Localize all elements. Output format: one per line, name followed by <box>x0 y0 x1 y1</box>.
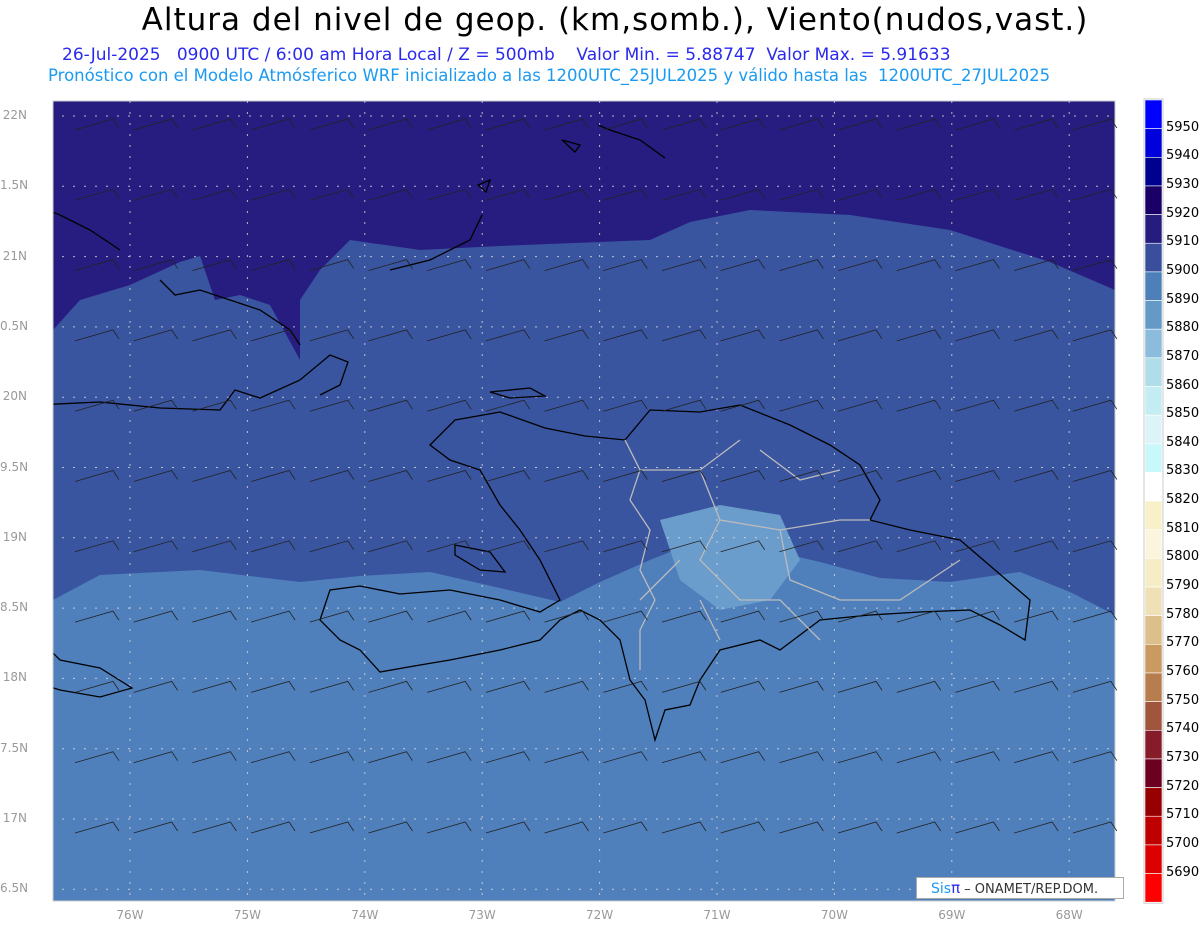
lat-label: 21N <box>2 248 27 263</box>
lat-label: 7.5N <box>0 740 29 755</box>
colorbar-swatch <box>1144 500 1163 531</box>
colorbar-label: 5780 <box>1166 606 1200 622</box>
colorbar-swatch <box>1144 844 1163 874</box>
lat-label: 9.5N <box>0 459 29 474</box>
colorbar-label: 5870 <box>1166 348 1200 364</box>
map-title: Altura del nivel de geop. (km,somb.), Vi… <box>141 2 1089 38</box>
lat-label: 0.5N <box>0 318 29 333</box>
lon-label: 72W <box>586 908 614 922</box>
lat-label: 6.5N <box>0 881 29 896</box>
lon-label: 74W <box>351 908 379 922</box>
colorbar-swatch <box>1144 787 1163 817</box>
lon-label: 69W <box>938 908 966 922</box>
colorbar-swatch <box>1144 758 1163 788</box>
colorbar-label: 5700 <box>1166 835 1200 851</box>
lon-label: 70W <box>820 908 848 922</box>
colorbar-label: 5900 <box>1166 262 1200 278</box>
lat-label: 17N <box>2 811 27 825</box>
lat-label: 20N <box>2 389 27 404</box>
logo-org: – ONAMET/REP.DOM. <box>964 882 1099 897</box>
colorbar-swatch <box>1144 472 1163 502</box>
colorbar-swatch <box>1144 328 1163 359</box>
colorbar-swatch <box>1144 529 1163 559</box>
colorbar-swatch <box>1144 157 1163 187</box>
colorbar-label: 5890 <box>1166 291 1200 307</box>
colorbar-swatch <box>1144 128 1163 158</box>
lat-label: 22N <box>2 108 27 122</box>
colorbar-label: 5880 <box>1166 320 1200 336</box>
colorbar-label: 5710 <box>1166 807 1200 823</box>
colorbar-swatch <box>1144 701 1163 731</box>
lon-label: 73W <box>468 908 496 922</box>
colorbar-label: 5750 <box>1166 692 1200 708</box>
onamet-logo: Sisπ – ONAMET/REP.DOM. <box>916 877 1124 899</box>
colorbar-swatch <box>1144 443 1163 473</box>
colorbar-label: 5720 <box>1166 778 1200 794</box>
colorbar-swatch <box>1144 586 1163 616</box>
model-info-subtitle: Pronóstico con el Modelo Atmósferico WRF… <box>48 66 1051 85</box>
colorbar-swatch <box>1144 644 1163 674</box>
colorbar-label: 5840 <box>1166 434 1200 450</box>
colorbar-swatch <box>1144 414 1163 445</box>
colorbar-swatch <box>1144 242 1163 273</box>
colorbar-label: 5930 <box>1166 176 1200 192</box>
colorbar-label: 5810 <box>1166 520 1200 536</box>
colorbar-swatch <box>1144 386 1163 416</box>
lon-label: 71W <box>703 908 731 922</box>
colorbar-label: 5770 <box>1166 635 1200 651</box>
colorbar-label: 5950 <box>1166 119 1200 135</box>
colorbar-label: 5830 <box>1166 463 1200 479</box>
colorbar-swatch <box>1144 615 1163 645</box>
colorbar-label: 5790 <box>1166 578 1200 594</box>
logo-sis: Sis <box>931 881 952 897</box>
colorbar-swatch <box>1144 873 1163 903</box>
colorbar-swatch <box>1144 558 1163 588</box>
colorbar-swatch <box>1144 99 1163 129</box>
lon-label: 76W <box>116 908 144 922</box>
lon-label: 68W <box>1055 908 1083 922</box>
colorbar-label: 5920 <box>1166 205 1200 221</box>
colorbar-swatch <box>1144 300 1163 330</box>
map-plot <box>52 98 1164 904</box>
colorbar-label: 5820 <box>1166 492 1200 508</box>
colorbar-label: 5740 <box>1166 721 1200 737</box>
lat-label: 1.5N <box>0 178 29 193</box>
lat-label: 8.5N <box>0 600 29 615</box>
colorbar-label: 5760 <box>1166 664 1200 679</box>
valid-time-subtitle: 26-Jul-2025 0900 UTC / 6:00 am Hora Loca… <box>62 45 951 65</box>
colorbar-swatch <box>1144 672 1163 702</box>
colorbar-swatch <box>1144 214 1163 244</box>
colorbar-swatch <box>1144 185 1163 215</box>
colorbar-label: 5850 <box>1166 406 1200 422</box>
colorbar-label: 5910 <box>1166 234 1200 250</box>
lon-label: 75W <box>233 908 261 922</box>
colorbar-label: 5730 <box>1166 749 1200 765</box>
colorbar-swatch <box>1144 815 1163 846</box>
colorbar-swatch <box>1144 271 1163 301</box>
colorbar-label: 5860 <box>1166 377 1200 393</box>
lat-label: 18N <box>2 670 27 685</box>
lat-label: 19N <box>2 529 27 544</box>
colorbar-swatch <box>1144 729 1163 760</box>
logo-pi: π <box>951 879 961 897</box>
colorbar-label: 5940 <box>1166 148 1200 164</box>
colorbar-label: 5800 <box>1166 549 1200 565</box>
colorbar-swatch <box>1144 357 1163 387</box>
colorbar-label: 5690 <box>1166 864 1200 880</box>
